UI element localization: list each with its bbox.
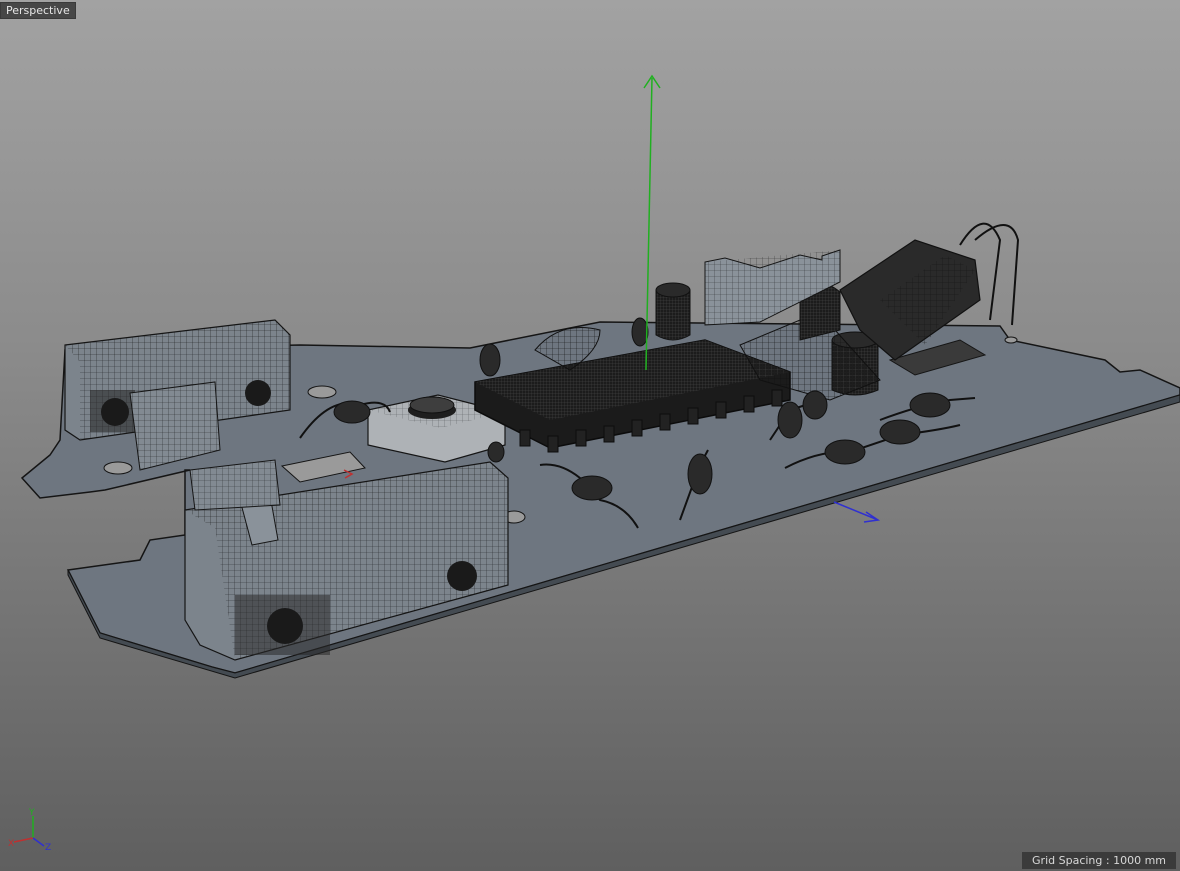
axis-z-handle[interactable]	[833, 501, 881, 523]
grid-spacing-readout: Grid Spacing : 1000 mm	[1022, 852, 1176, 869]
perspective-viewport[interactable]: Perspective Y X Z Grid Spacing : 1000 mm	[0, 0, 1180, 871]
axis-y-label: Y	[28, 808, 35, 818]
axis-x-label: X	[8, 839, 14, 849]
view-label[interactable]: Perspective	[0, 2, 76, 19]
axis-z-label: Z	[45, 843, 51, 853]
scene-3d-view[interactable]	[0, 0, 1180, 871]
axes-gizmo-icon: Y X Z	[8, 808, 51, 853]
